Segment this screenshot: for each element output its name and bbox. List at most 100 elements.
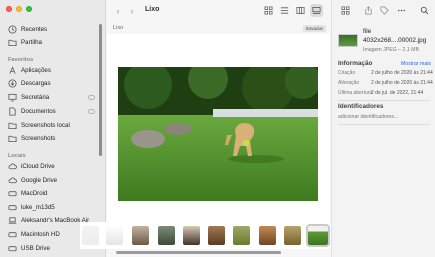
divider: [338, 124, 430, 125]
sidebar-item-descargas[interactable]: Descargas: [8, 78, 51, 89]
search-button[interactable]: [418, 4, 431, 17]
forward-button[interactable]: ›: [127, 5, 137, 17]
column-view-button[interactable]: [294, 4, 307, 17]
sidebar-item-label: Descargas: [21, 80, 51, 87]
divider: [338, 100, 430, 101]
more-button[interactable]: [395, 4, 408, 17]
thumbnail[interactable]: [132, 226, 149, 245]
thumbnail-selected[interactable]: [306, 224, 330, 247]
sidebar-item-label: Screenshots: [21, 135, 56, 142]
sidebar-item-macdroid[interactable]: MacDroid: [8, 188, 47, 199]
thumbnail[interactable]: [233, 226, 250, 245]
sidebar-item-label: Screenshots local: [21, 122, 70, 129]
horizontal-scrollbar[interactable]: [116, 251, 281, 254]
thumbnail[interactable]: [106, 226, 123, 245]
sidebar-item-partilha[interactable]: Partilha: [8, 37, 42, 48]
applications-icon: [8, 66, 17, 75]
zoom-button[interactable]: [26, 6, 32, 12]
dog-photo-image: [118, 67, 318, 201]
share-button[interactable]: [362, 4, 375, 17]
window-title: Lixo: [145, 6, 160, 13]
info-value: 2 de julho de 2020 às 21:44: [371, 80, 433, 86]
sidebar-item-usb-drive[interactable]: USB Drive: [8, 243, 50, 254]
sidebar-item-recentes[interactable]: Recentes: [8, 24, 47, 35]
sidebar-item-label: Secretária: [21, 94, 50, 101]
file-thumbnail: [338, 34, 358, 47]
sidebar-item-screenshots-local[interactable]: Screenshots local: [8, 120, 70, 131]
group-grid-icon: [341, 6, 349, 15]
tag-button[interactable]: [378, 4, 391, 17]
thumbnail[interactable]: [259, 226, 276, 245]
icloud-sync-icon: [88, 109, 95, 114]
info-key: Criação: [338, 70, 356, 76]
favorites-header: Favoritos: [8, 57, 34, 63]
thumbnail[interactable]: [158, 226, 175, 245]
downloads-icon: [8, 79, 17, 88]
info-key: Alteração: [338, 80, 360, 86]
disk-icon: [8, 230, 17, 239]
sidebar-item-macbook-air[interactable]: Aleksandr's MacBook Air: [8, 215, 89, 226]
path-bar: Lixo Esvaziar: [107, 22, 330, 34]
sidebar-item-icloud-drive[interactable]: iCloud Drive: [8, 161, 55, 172]
icon-view-button[interactable]: [262, 4, 275, 17]
clock-icon: [8, 25, 17, 34]
inspector-panel: file 4032x268....00002.jpg Imagem JPEG –…: [331, 0, 435, 257]
file-name-line1: file: [363, 28, 372, 35]
sidebar-item-aplicacoes[interactable]: Aplicações: [8, 65, 51, 76]
disk-icon: [8, 189, 17, 198]
thumbnail[interactable]: [208, 226, 225, 245]
minimize-button[interactable]: [16, 6, 22, 12]
file-type: Imagem JPEG – 2,1 MB: [363, 47, 419, 53]
inspector-toolbar: [332, 4, 435, 17]
gallery-view-button[interactable]: [310, 4, 323, 17]
gallery-icon: [312, 6, 321, 14]
documents-icon: [8, 107, 17, 116]
sidebar-item-label: Google Drive: [21, 177, 58, 184]
thumbnail[interactable]: [183, 226, 200, 245]
sidebar-item-screenshots[interactable]: Screenshots: [8, 133, 55, 144]
sidebar-item-label: Documentos: [21, 108, 56, 115]
info-key: Última abertura: [338, 90, 373, 96]
tag-icon: [380, 6, 389, 15]
preview-image[interactable]: [118, 67, 318, 201]
sidebar-item-secretaria[interactable]: Secretária: [8, 92, 49, 103]
sidebar-item-label: iCloud Drive: [21, 163, 55, 170]
tags-header: Identificadores: [338, 103, 384, 110]
sidebar-item-label: Aleksandr's MacBook Air: [21, 217, 90, 224]
sidebar-item-label: Recentes: [21, 26, 48, 33]
window-controls: [6, 6, 32, 12]
info-header: Informação: [338, 60, 373, 67]
cloud-icon: [8, 162, 17, 171]
tags-input[interactable]: [337, 112, 430, 122]
sidebar-item-google-drive[interactable]: Google Drive: [8, 175, 57, 186]
info-value: 2 de julho de 2020 às 21:44: [371, 70, 433, 76]
close-button[interactable]: [6, 6, 12, 12]
show-more-link[interactable]: Mostrar mais: [401, 61, 431, 67]
sidebar-item-label: Aplicações: [21, 67, 51, 74]
gallery-preview: [107, 34, 330, 222]
sidebar-item-macintosh-hd[interactable]: Macintosh HD: [8, 229, 60, 240]
empty-trash-button[interactable]: Esvaziar: [303, 25, 326, 32]
sidebar-item-label: MacDroid: [21, 190, 48, 197]
sidebar-scrollbar[interactable]: [99, 24, 102, 156]
group-button[interactable]: [337, 4, 353, 17]
sidebar: Recentes Partilha Favoritos Aplicações D…: [0, 0, 106, 257]
cloud-icon: [8, 176, 17, 185]
desktop-icon: [8, 93, 17, 102]
back-button[interactable]: ‹: [113, 5, 123, 17]
info-value: 2 de jul. de 2022, 21:44: [371, 90, 424, 96]
folder-icon: [8, 121, 17, 130]
sidebar-item-label: Partilha: [21, 39, 42, 46]
thumbnail[interactable]: [82, 226, 99, 245]
sidebar-item-luke[interactable]: luke_m13d5: [8, 202, 55, 213]
sidebar-item-documentos[interactable]: Documentos: [8, 106, 56, 117]
list-view-button[interactable]: [278, 4, 291, 17]
columns-icon: [296, 6, 305, 15]
thumbnail[interactable]: [284, 226, 301, 245]
icloud-sync-icon: [88, 95, 95, 100]
path-label: Lixo: [113, 25, 124, 31]
finder-window: Recentes Partilha Favoritos Aplicações D…: [0, 0, 435, 257]
locations-header: Locais: [8, 153, 26, 159]
shared-folder-icon: [8, 38, 17, 47]
disk-icon: [8, 244, 17, 253]
